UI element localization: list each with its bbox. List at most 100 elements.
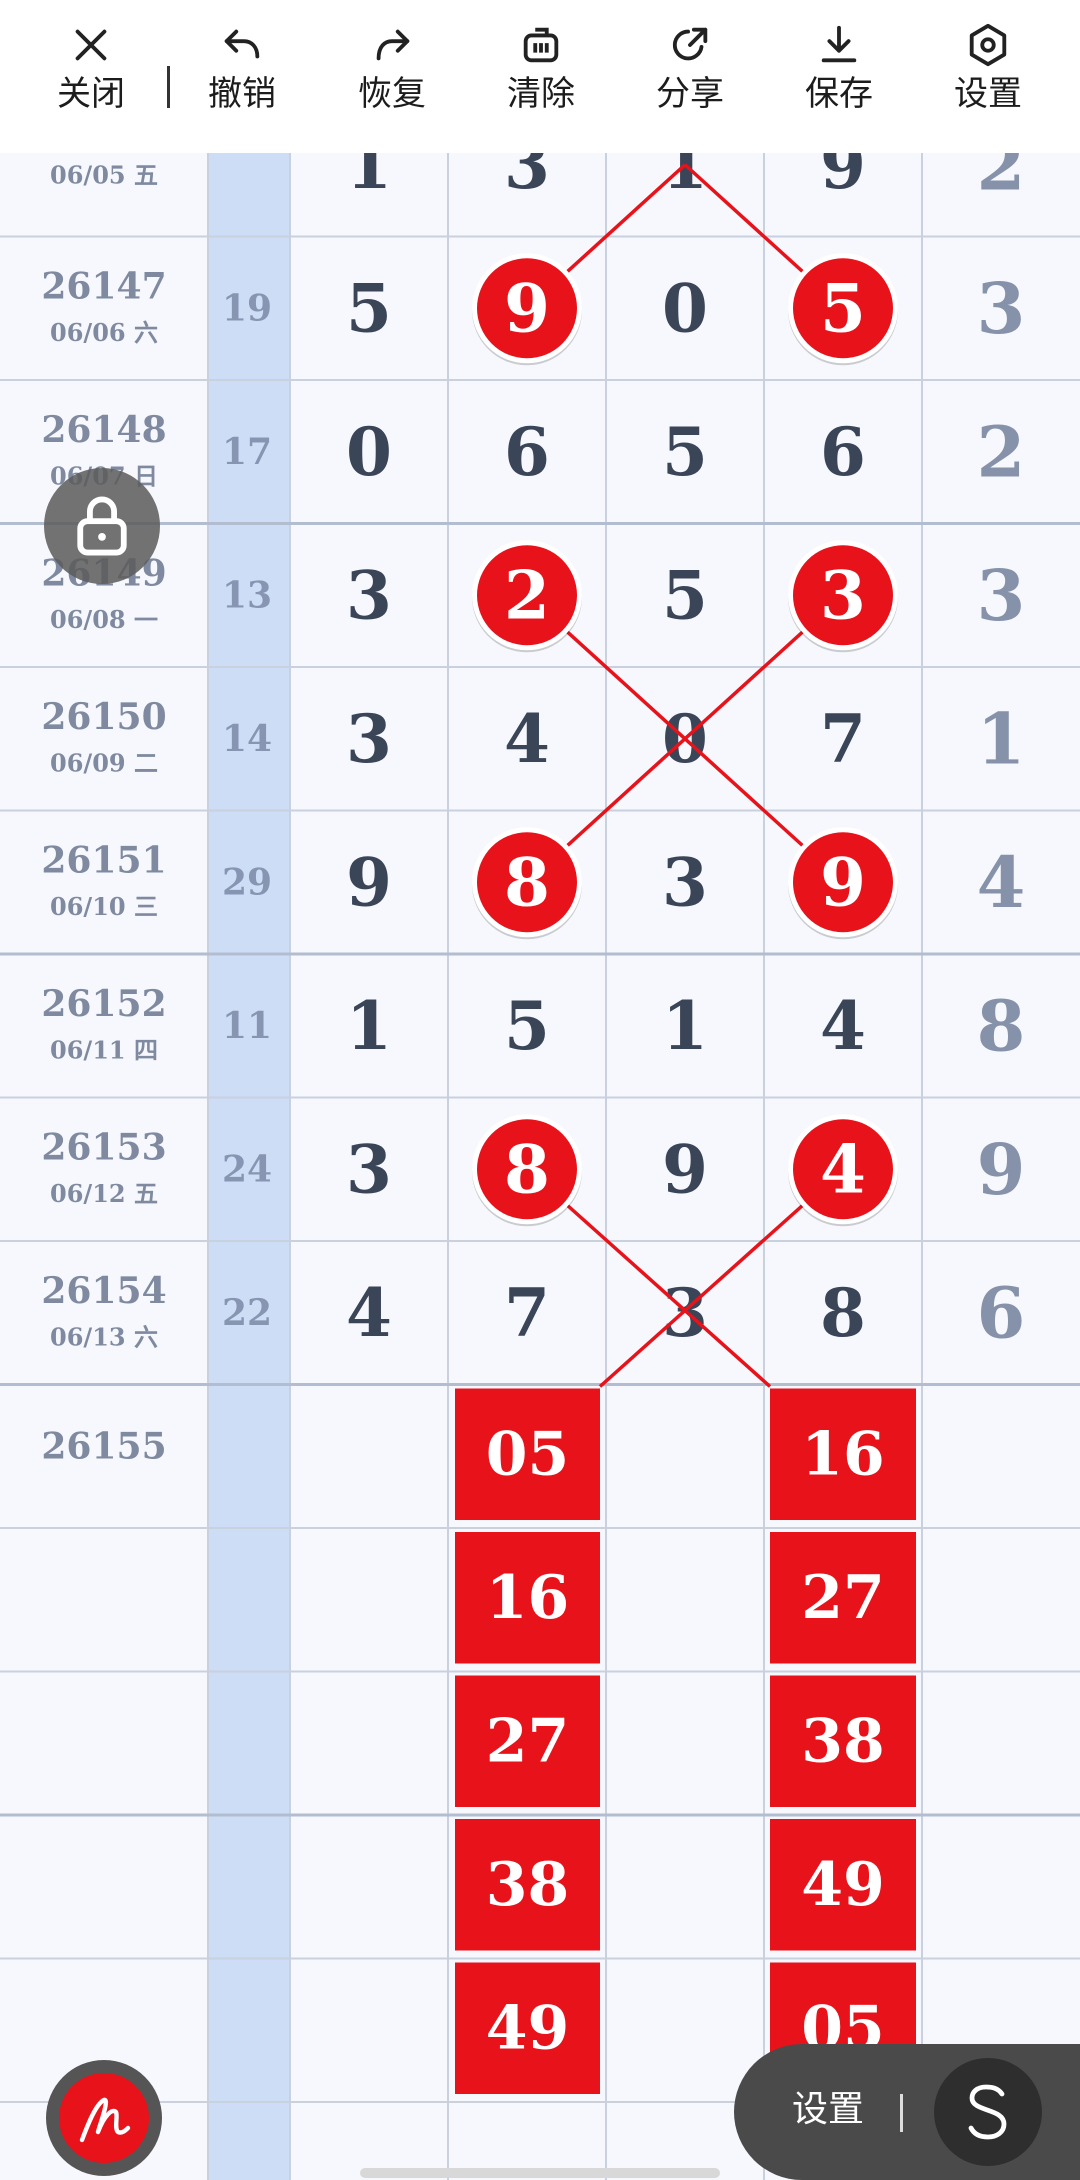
- digit-cell: 4: [504, 700, 550, 778]
- digit-cell: 9: [346, 843, 392, 921]
- digit-cell: 5: [662, 556, 708, 634]
- digit-cell: 6: [820, 413, 866, 491]
- digit-cell: 1: [346, 153, 392, 204]
- undo-label: 撤销: [208, 74, 276, 114]
- floating-settings-button[interactable]: 设置: [792, 2088, 864, 2132]
- redo-button[interactable]: 恢复: [327, 22, 457, 142]
- span-value: 3: [977, 554, 1026, 637]
- digit-cell: 0: [662, 269, 708, 347]
- draw-date: 06/10 三: [50, 892, 158, 921]
- pen-button[interactable]: [46, 2060, 162, 2176]
- close-button[interactable]: 关闭: [26, 22, 156, 142]
- issue-number: 26155: [41, 1425, 166, 1467]
- highlighted-digit[interactable]: 5: [788, 253, 898, 366]
- share-icon: [672, 27, 708, 61]
- prediction-value: 16: [801, 1419, 885, 1489]
- highlight-digit-text: 9: [504, 269, 550, 347]
- highlighted-digit[interactable]: 8: [472, 1114, 582, 1227]
- prediction-box[interactable]: 49: [770, 1819, 916, 1951]
- s-button[interactable]: [934, 2058, 1042, 2166]
- redo-label: 恢复: [358, 74, 426, 114]
- close-icon: [75, 29, 107, 61]
- prediction-box[interactable]: 27: [455, 1675, 600, 1808]
- highlighted-digit[interactable]: 9: [472, 253, 582, 366]
- digit-cell: 9: [662, 1130, 708, 1208]
- sum-value: 17: [222, 431, 272, 473]
- share-button[interactable]: 分享: [625, 22, 755, 142]
- share-label: 分享: [656, 74, 724, 114]
- s-icon: [968, 2084, 1007, 2140]
- span-value: 2: [977, 153, 1026, 206]
- highlighted-digit[interactable]: 9: [788, 827, 898, 940]
- prediction-box[interactable]: 38: [770, 1675, 916, 1808]
- trend-chart[interactable]: 06/05 五131922614706/06 六19590532614806/0…: [0, 153, 1080, 2180]
- digit-cell: 0: [346, 413, 392, 491]
- digit-cell: 3: [662, 843, 708, 921]
- draw-date: 06/06 六: [50, 318, 158, 347]
- span-value: 8: [977, 984, 1026, 1067]
- prediction-value: 49: [801, 1850, 885, 1920]
- download-icon: [821, 25, 857, 63]
- prediction-box[interactable]: 27: [770, 1532, 916, 1664]
- highlight-digit-text: 8: [504, 843, 550, 921]
- digit-cell: 4: [346, 1274, 392, 1352]
- digit-cell: 5: [504, 987, 550, 1065]
- draw-date: 06/05 五: [50, 160, 158, 189]
- highlighted-digit[interactable]: 4: [788, 1114, 898, 1227]
- highlighted-digit[interactable]: 2: [472, 540, 582, 653]
- clear-icon: [523, 27, 559, 63]
- digit-cell: 4: [820, 987, 866, 1065]
- digit-cell: 1: [662, 987, 708, 1065]
- prediction-value: 38: [486, 1850, 570, 1920]
- issue-number: 26148: [41, 409, 166, 451]
- prediction-value: 49: [486, 1993, 570, 2063]
- digit-cell: 6: [504, 413, 550, 491]
- floating-toolbar: 设置: [734, 2044, 1080, 2180]
- draw-date: 06/11 四: [50, 1035, 158, 1064]
- draw-date: 06/12 五: [50, 1179, 158, 1208]
- prediction-value: 05: [486, 1419, 570, 1489]
- draw-date: 06/09 二: [50, 748, 158, 777]
- prediction-box[interactable]: 16: [770, 1388, 916, 1521]
- span-value: 9: [977, 1128, 1026, 1211]
- digit-cell: 9: [820, 153, 866, 204]
- digit-cell: 3: [504, 153, 550, 204]
- save-button[interactable]: 保存: [774, 22, 904, 142]
- issue-number: 26153: [41, 1126, 166, 1168]
- clear-button[interactable]: 清除: [476, 22, 606, 142]
- prediction-box[interactable]: 05: [455, 1388, 600, 1521]
- digit-cell: 3: [346, 556, 392, 634]
- redo-icon: [376, 29, 410, 61]
- lock-icon: [77, 496, 127, 556]
- save-label: 保存: [805, 74, 873, 114]
- span-value: 6: [977, 1271, 1026, 1354]
- issue-number: 26152: [41, 983, 166, 1025]
- highlighted-digit[interactable]: 8: [472, 827, 582, 940]
- digit-cell: 1: [346, 987, 392, 1065]
- sum-value: 13: [222, 574, 272, 616]
- settings-label: 设置: [954, 74, 1022, 114]
- prediction-box[interactable]: 49: [455, 1962, 600, 2095]
- highlighted-digit[interactable]: 3: [788, 540, 898, 653]
- sum-value: 11: [222, 1005, 272, 1047]
- issue-number: 26150: [41, 696, 166, 738]
- settings-icon: [969, 23, 1007, 67]
- undo-button[interactable]: 撤销: [177, 22, 307, 142]
- digit-cell: 5: [346, 269, 392, 347]
- draw-date: 06/13 六: [50, 1322, 158, 1351]
- lock-button[interactable]: [44, 468, 160, 584]
- prediction-box[interactable]: 38: [455, 1819, 600, 1951]
- sum-value: 24: [222, 1148, 272, 1190]
- sum-value: 22: [222, 1292, 272, 1334]
- span-value: 4: [977, 841, 1026, 924]
- pen-icon: [79, 2097, 131, 2143]
- trend-chart-canvas: 06/05 五131922614706/06 六19590532614806/0…: [0, 153, 1080, 2180]
- prediction-box[interactable]: 16: [455, 1532, 600, 1664]
- sum-value: 29: [222, 861, 272, 903]
- issue-number: 26151: [41, 839, 166, 881]
- clear-label: 清除: [507, 74, 575, 114]
- prediction-value: 27: [801, 1563, 885, 1633]
- digit-cell: 7: [504, 1274, 550, 1352]
- highlight-digit-text: 2: [504, 556, 550, 634]
- settings-button[interactable]: 设置: [923, 22, 1053, 142]
